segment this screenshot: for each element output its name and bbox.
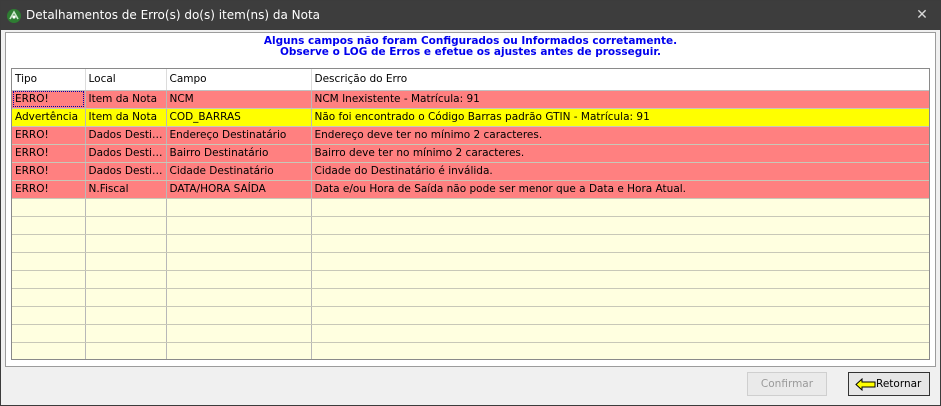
error-log-table: Tipo Local Campo Descrição do Erro ERRO!…	[12, 69, 929, 359]
empty-row	[12, 198, 929, 217]
cell-local[interactable]: Dados Destin...	[85, 126, 167, 145]
column-header-tipo[interactable]: Tipo	[12, 69, 86, 91]
title-bar[interactable]: Detalhamentos de Erro(s) do(s) item(ns) …	[1, 1, 940, 30]
confirm-button-label: Confirmar	[760, 378, 814, 390]
column-header-campo[interactable]: Campo	[166, 69, 312, 91]
cell-descricao[interactable]: Bairro deve ter no mínimo 2 caracteres.	[311, 144, 929, 163]
table-row[interactable]: Advertência Item da Nota COD_BARRAS Não …	[12, 108, 929, 127]
cell-tipo[interactable]: ERRO!	[12, 90, 86, 109]
error-log-grid[interactable]: Tipo Local Campo Descrição do Erro ERRO!…	[11, 68, 930, 360]
table-row[interactable]: ERRO! Item da Nota NCM NCM Inexistente -…	[12, 90, 929, 109]
column-header-descricao[interactable]: Descrição do Erro	[311, 69, 929, 91]
cell-tipo[interactable]: ERRO!	[12, 162, 86, 181]
empty-row	[12, 252, 929, 271]
cell-tipo[interactable]: Advertência	[12, 108, 86, 127]
confirm-button[interactable]: Confirmar	[747, 372, 827, 396]
cell-tipo[interactable]: ERRO!	[12, 126, 86, 145]
table-row[interactable]: ERRO! Dados Destin... Cidade Destinatári…	[12, 162, 929, 181]
empty-row	[12, 234, 929, 253]
cell-campo[interactable]: COD_BARRAS	[166, 108, 312, 127]
cell-local[interactable]: Item da Nota	[85, 108, 167, 127]
cell-local[interactable]: Dados Destin...	[85, 144, 167, 163]
return-button[interactable]: Retornar	[848, 372, 930, 396]
cell-descricao[interactable]: Data e/ou Hora de Saída não pode ser men…	[311, 180, 929, 199]
cell-tipo[interactable]: ERRO!	[12, 144, 86, 163]
content-panel: Alguns campos não foram Configurados ou …	[5, 32, 936, 367]
table-row[interactable]: ERRO! N.Fiscal DATA/HORA SAÍDA Data e/ou…	[12, 180, 929, 199]
cell-descricao[interactable]: Cidade do Destinatário é inválida.	[311, 162, 929, 181]
empty-row	[12, 216, 929, 235]
cell-descricao[interactable]: NCM Inexistente - Matrícula: 91	[311, 90, 929, 109]
cell-campo[interactable]: Cidade Destinatário	[166, 162, 312, 181]
empty-row	[12, 270, 929, 289]
return-button-label: Retornar	[876, 378, 922, 390]
window-title: Detalhamentos de Erro(s) do(s) item(ns) …	[26, 8, 321, 22]
error-details-dialog: Detalhamentos de Erro(s) do(s) item(ns) …	[0, 0, 941, 406]
empty-row	[12, 342, 929, 359]
cell-campo[interactable]: Endereço Destinatário	[166, 126, 312, 145]
close-icon[interactable]: ✕	[914, 6, 930, 24]
table-row[interactable]: ERRO! Dados Destin... Endereço Destinatá…	[12, 126, 929, 145]
cell-local[interactable]: Dados Destin...	[85, 162, 167, 181]
cell-local[interactable]: Item da Nota	[85, 90, 167, 109]
empty-row	[12, 324, 929, 343]
empty-row	[12, 306, 929, 325]
column-header-local[interactable]: Local	[85, 69, 167, 91]
empty-row	[12, 288, 929, 307]
cell-descricao[interactable]: Endereço deve ter no mínimo 2 caracteres…	[311, 126, 929, 145]
cell-local[interactable]: N.Fiscal	[85, 180, 167, 199]
cell-tipo[interactable]: ERRO!	[12, 180, 86, 199]
cell-campo[interactable]: DATA/HORA SAÍDA	[166, 180, 312, 199]
button-bar: Confirmar Retornar	[1, 367, 940, 405]
cell-campo[interactable]: NCM	[166, 90, 312, 109]
app-logo-icon	[7, 9, 21, 23]
cell-campo[interactable]: Bairro Destinatário	[166, 144, 312, 163]
arrow-left-icon	[855, 378, 876, 391]
table-row[interactable]: ERRO! Dados Destin... Bairro Destinatári…	[12, 144, 929, 163]
warning-message-line-2: Observe o LOG de Erros e efetue os ajust…	[279, 46, 662, 58]
cell-descricao[interactable]: Não foi encontrado o Código Barras padrã…	[311, 108, 929, 127]
table-header-row: Tipo Local Campo Descrição do Erro	[12, 69, 929, 91]
